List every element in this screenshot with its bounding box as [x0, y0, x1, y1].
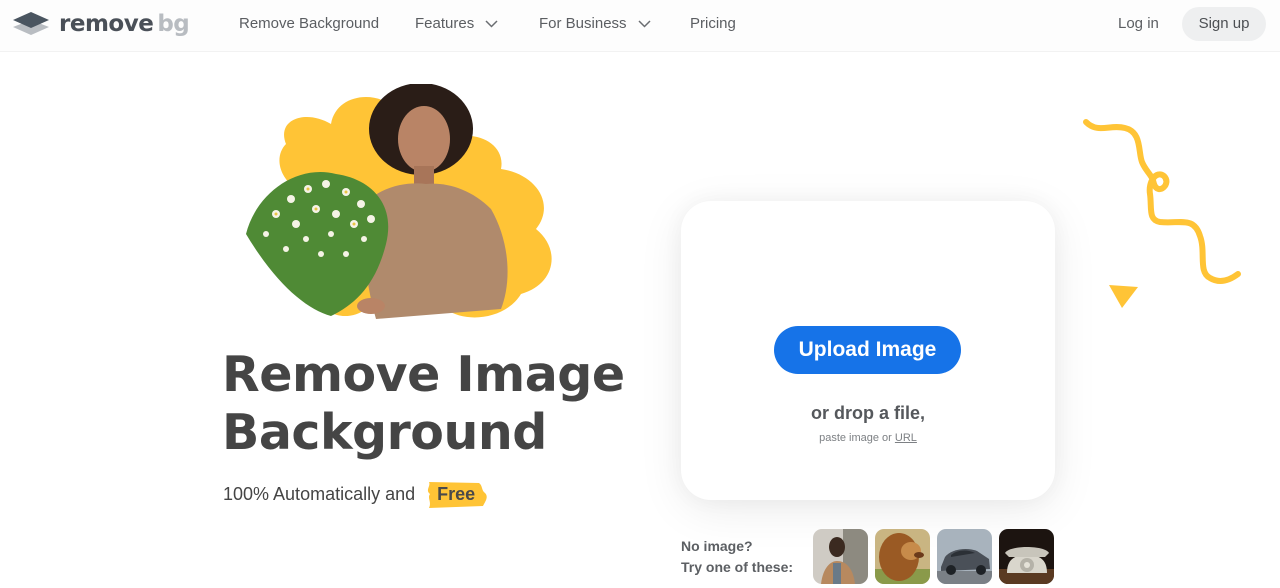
logo-wordmark: remove bg	[59, 10, 190, 38]
url-link[interactable]: URL	[895, 432, 917, 444]
person-face	[398, 106, 450, 172]
lion-thumbnail	[875, 529, 930, 584]
paste-text: paste image or	[819, 432, 892, 444]
subline-text: 100% Automatically and	[223, 484, 416, 504]
chevron-down-icon	[638, 20, 651, 28]
paste-instructions: paste image or URL	[681, 432, 1055, 444]
car-thumbnail	[937, 529, 992, 584]
nav-label: Remove Background	[239, 15, 380, 32]
sample-image-person[interactable]	[813, 529, 868, 584]
sample-prompt-line-1: No image?	[681, 538, 753, 554]
nav-pricing[interactable]: Pricing	[690, 15, 736, 33]
drop-file-text: or drop a file,	[810, 403, 925, 423]
nav-features[interactable]: Features	[415, 15, 498, 33]
upload-dropzone[interactable]: Upload Image or drop a file, paste image…	[681, 201, 1055, 500]
sample-images	[813, 529, 1054, 584]
login-link[interactable]: Log in	[1118, 15, 1159, 33]
sample-image-telephone[interactable]	[999, 529, 1054, 584]
headline-line-2: Background	[222, 404, 547, 461]
logo-text-main: remove	[59, 11, 154, 37]
telephone-thumbnail	[999, 529, 1054, 584]
nav-remove-background[interactable]: Remove Background	[239, 15, 379, 33]
person-thumbnail	[813, 529, 868, 584]
sample-prompt-line-2: Try one of these:	[681, 559, 794, 575]
upload-image-button[interactable]: Upload Image	[774, 326, 961, 374]
yellow-triangle-decoration	[1109, 285, 1138, 308]
signup-button[interactable]: Sign up	[1182, 7, 1266, 41]
free-badge: Free	[423, 480, 489, 508]
hero-subline: 100% Automatically and Free	[223, 480, 489, 508]
page-headline: Remove Image Background	[222, 346, 652, 462]
sample-image-car[interactable]	[937, 529, 992, 584]
chevron-down-icon	[485, 20, 498, 28]
logo-link[interactable]: remove bg	[12, 10, 190, 38]
hero-image	[246, 84, 552, 319]
yellow-squiggle-decoration	[1083, 119, 1241, 284]
nav-label: Features	[415, 15, 475, 32]
top-navigation-bar: remove bg Remove Background Features For …	[0, 0, 1280, 52]
nav-label: For Business	[539, 15, 627, 32]
logo-text-suffix: bg	[157, 11, 190, 37]
layers-logo-icon	[13, 12, 49, 35]
nav-label: Pricing	[690, 15, 736, 32]
free-badge-label: Free	[437, 484, 476, 504]
headline-line-1: Remove Image	[222, 346, 625, 403]
sample-image-lion[interactable]	[875, 529, 930, 584]
nav-for-business[interactable]: For Business	[539, 15, 651, 33]
sample-prompt: No image? Try one of these:	[681, 536, 793, 578]
